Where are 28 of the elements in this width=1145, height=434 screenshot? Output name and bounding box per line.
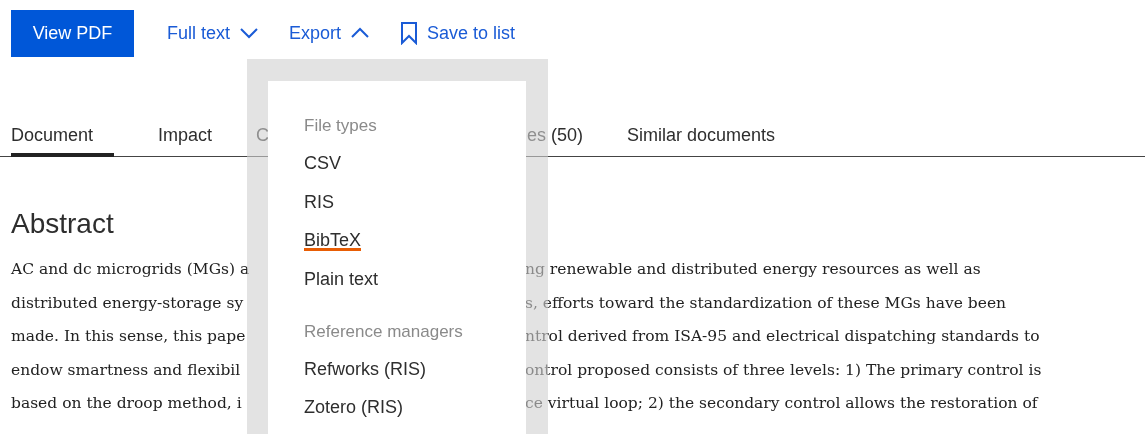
tab[interactable]: Impact [158,115,213,157]
menu-item[interactable]: RIS [304,188,334,213]
section-heading: Abstract [11,207,114,241]
abstract-text: made. In this sense, this pape [11,326,246,348]
abstract-text: based on the droop method, i [11,393,242,415]
abstract-text: ntrol derived from ISA-95 and electrical dispatching standards to [525,326,1040,348]
abstract-text: distributed energy-storage sy [11,292,244,314]
abstract-text: ng renewable and distributed energy resources as well as [525,259,981,281]
bookmark-icon [400,21,419,45]
abstract-text: AC and dc microgrids (MGs) a [11,259,250,281]
menu-heading: Reference managers [304,320,464,341]
dropdown-link[interactable]: Full text [167,19,260,47]
abstract-text: s, efforts toward the standardization of these MGs have been [525,292,1007,314]
abstract-text: ontrol proposed consists of three levels: 1) The primary control is [525,359,1042,381]
menu-item[interactable]: CSV [304,150,341,174]
dropdown-link[interactable]: Export [289,19,371,47]
view-pdf-button[interactable]: View PDF [11,9,134,57]
tab[interactable]: Similar documents [627,115,776,157]
save-to-list-link[interactable]: Save to list [400,19,516,47]
menu-item[interactable]: Refworks (RIS) [304,355,426,380]
menu-item[interactable]: BibTeX [304,227,362,251]
menu-item[interactable]: Plain text [304,265,379,290]
tab[interactable]: Document [11,115,115,157]
abstract-text: endow smartness and flexibil [11,359,241,381]
tab[interactable]: es (50) [527,115,584,157]
abstract-text: ce virtual loop; 2) the secondary control allows the restoration of [525,393,1038,415]
menu-heading: File types [304,115,378,135]
menu-item[interactable]: Zotero (RIS) [304,394,404,418]
